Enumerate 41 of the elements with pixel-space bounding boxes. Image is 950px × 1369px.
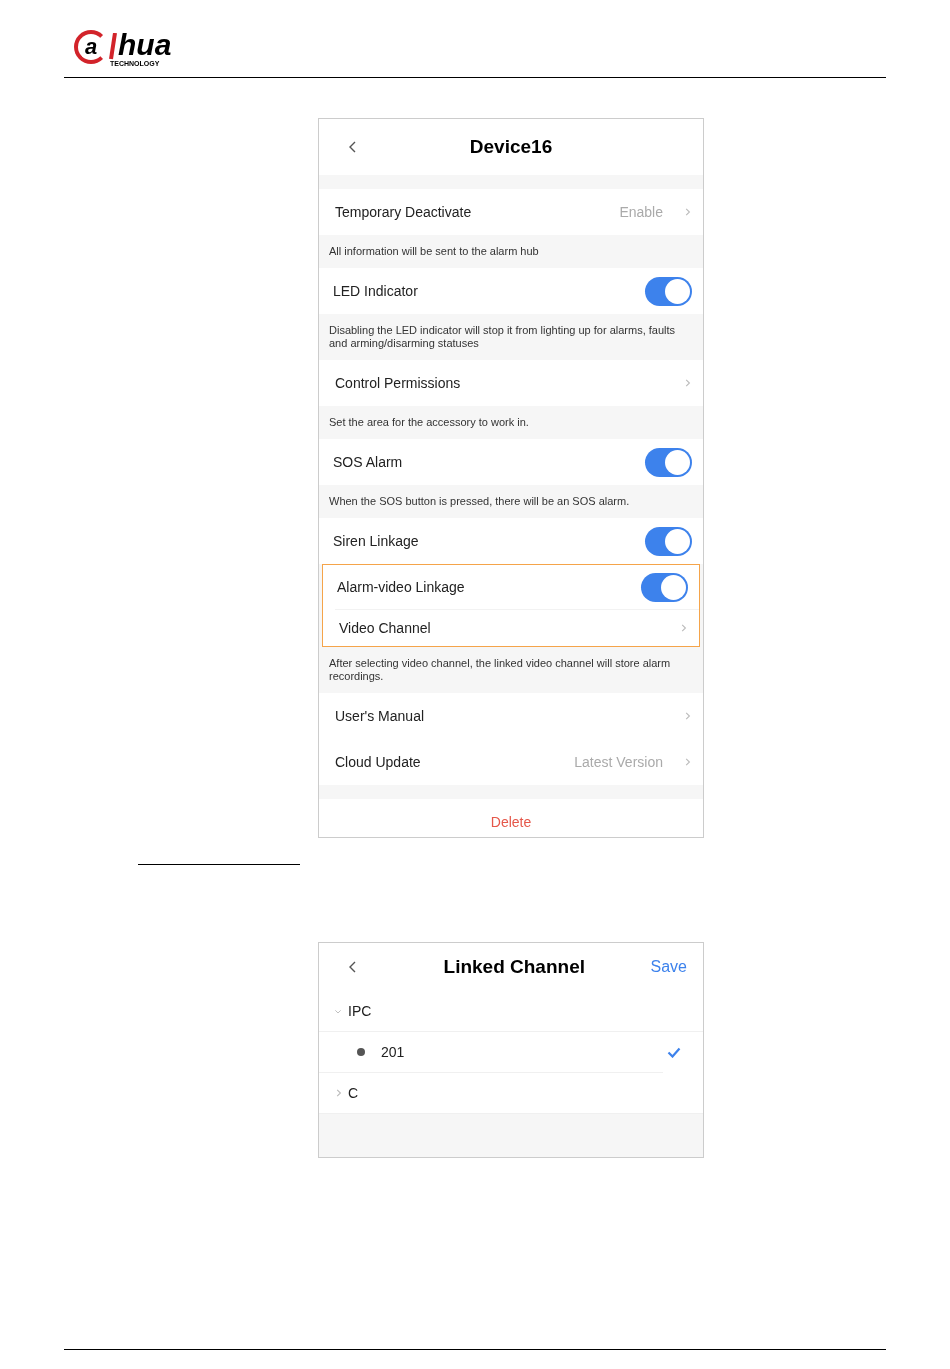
group-label: IPC: [348, 1001, 372, 1021]
screen-title: Device16: [468, 134, 554, 159]
toggle-switch[interactable]: [645, 447, 692, 477]
toggle-switch[interactable]: [645, 526, 692, 556]
settings-row[interactable]: Cloud Update Latest Version: [319, 739, 703, 785]
channel-label: 201: [381, 1042, 406, 1062]
setting-label: Siren Linkage: [333, 531, 419, 551]
setting-value: Enable: [619, 202, 663, 222]
setting-label: Alarm-video Linkage: [337, 577, 465, 597]
channel-group[interactable]: IPC: [319, 991, 703, 1032]
hint-text: When the SOS button is pressed, there will be an SOS alarm.: [329, 495, 631, 508]
channel-item[interactable]: 201: [319, 1032, 703, 1072]
chevron-right-icon: [683, 756, 691, 768]
chevron-right-icon: [683, 206, 691, 218]
chevron-right-icon: [683, 377, 691, 389]
setting-label: Video Channel: [339, 618, 432, 638]
setting-label: Control Permissions: [335, 373, 462, 393]
back-icon[interactable]: [347, 960, 358, 974]
back-icon[interactable]: [347, 140, 358, 154]
setting-label: Cloud Update: [335, 752, 422, 772]
settings-row[interactable]: Temporary Deactivate Enable: [319, 189, 703, 235]
chevron-right-icon: [679, 622, 687, 634]
delete-button[interactable]: Delete: [319, 799, 703, 837]
hint-text: Disabling the LED indicator will stop it from lighting up for alarms, faults and arming/disarming statuses: [329, 324, 677, 350]
setting-value: Latest Version: [574, 752, 663, 772]
chevron-right-icon: [683, 710, 691, 722]
screen-title: Linked Channel: [442, 954, 586, 979]
setting-label: User's Manual: [335, 706, 426, 726]
hint-text: Set the area for the accessory to work in.: [329, 416, 530, 429]
setting-label: Temporary Deactivate: [335, 202, 473, 222]
hint-text: All information will be sent to the alarm hub: [329, 245, 540, 258]
chevron-right-icon: [334, 1087, 342, 1099]
setting-label: SOS Alarm: [333, 452, 403, 472]
save-button[interactable]: Save: [650, 955, 687, 979]
group-label: C: [348, 1083, 359, 1103]
setting-label: LED Indicator: [333, 281, 418, 301]
toggle-switch[interactable]: [641, 572, 688, 602]
settings-row[interactable]: Control Permissions: [319, 360, 703, 406]
toggle-switch[interactable]: [645, 276, 692, 306]
settings-row[interactable]: User's Manual: [319, 693, 703, 739]
hint-text: After selecting video channel, the linked video channel will store alarm recordings.: [329, 657, 672, 683]
